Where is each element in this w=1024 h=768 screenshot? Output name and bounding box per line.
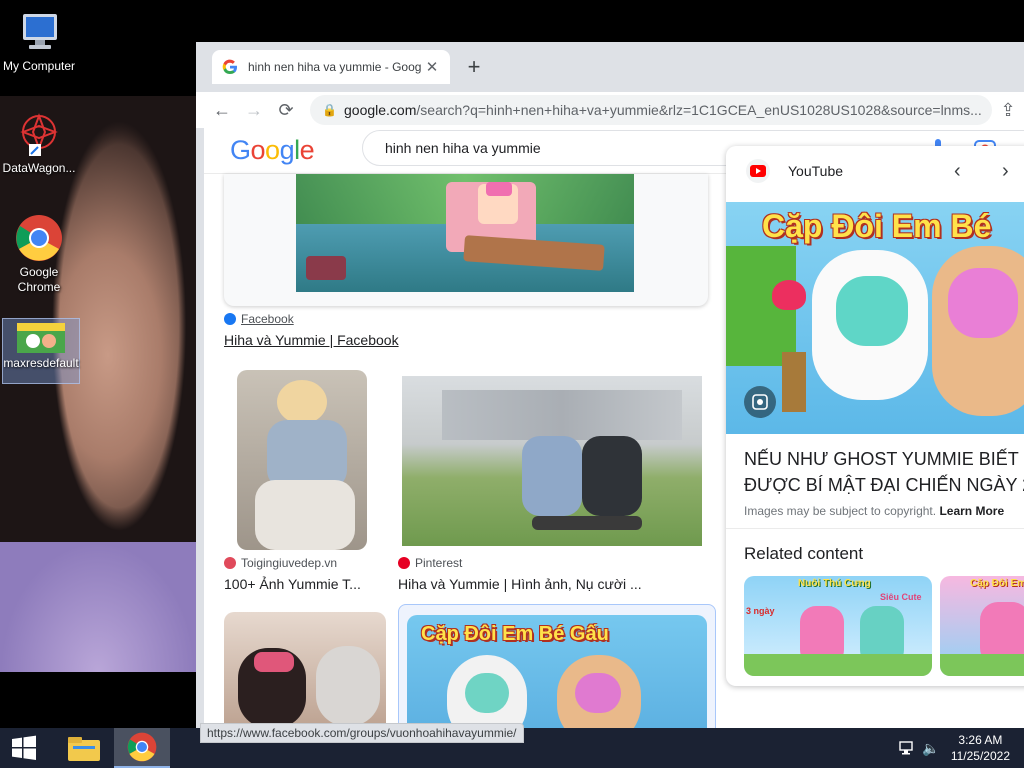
cap-doi-em-be-gau-thumbnail: Cặp Đôi Em Bé Gấu	[407, 615, 707, 728]
chrome-window: hinh nen hiha va yummie - Goog ✕ + ← → ⟳…	[196, 42, 1024, 728]
result-image-selfie[interactable]	[224, 612, 386, 728]
search-query: hinh nen hiha va yummie	[385, 140, 541, 156]
google-favicon-icon	[222, 59, 238, 75]
related-content-heading: Related content	[744, 544, 864, 563]
chrome-icon	[15, 214, 63, 262]
browser-tab[interactable]: hinh nen hiha va yummie - Goog ✕	[212, 50, 450, 84]
facebook-icon	[224, 313, 236, 325]
browser-toolbar: ← → ⟳ 🔒 google.com/search?q=hinh+nen+hih…	[196, 92, 1024, 128]
desktop-icon-datawagon[interactable]: DataWagon...	[0, 110, 78, 176]
facebook-result-image[interactable]	[296, 174, 634, 292]
web-page: Google hinh nen hiha va yummie Facebook	[204, 128, 1024, 728]
result-source[interactable]: Toigingiuvedep.vn	[224, 556, 337, 570]
result-image-pinterest[interactable]	[402, 376, 702, 546]
heart-icon	[224, 557, 236, 569]
lens-search-icon[interactable]	[744, 386, 776, 418]
result-source[interactable]: Pinterest	[398, 556, 462, 570]
image-file-icon	[17, 323, 65, 353]
datawagon-icon	[15, 110, 63, 158]
taskbar-file-explorer[interactable]	[56, 728, 112, 768]
chevron-left-icon[interactable]: ‹	[954, 160, 961, 183]
panel-source[interactable]: YouTube	[788, 163, 843, 179]
panel-header: YouTube ‹ ›	[726, 146, 1024, 196]
clock-time: 3:26 AM	[958, 733, 1003, 747]
related-thumbnail-2[interactable]: Cặp Đôi Em	[940, 576, 1024, 676]
windows-logo-icon	[12, 735, 36, 760]
pinterest-icon	[398, 557, 410, 569]
address-path: /search?q=hinh+nen+hiha+va+yummie&rlz=1C…	[416, 102, 982, 118]
address-domain: google.com	[344, 102, 417, 118]
new-tab-button[interactable]: +	[462, 54, 486, 80]
facebook-result-card[interactable]	[224, 174, 708, 306]
desktop-icon-google-chrome[interactable]: Google Chrome	[0, 214, 78, 295]
lock-icon: 🔒	[322, 103, 337, 117]
result-image-toigingiuvedep[interactable]	[237, 370, 367, 550]
panel-title[interactable]: NẾU NHƯ GHOST YUMMIE BIẾT ĐƯỢC BÍ MẬT ĐẠ…	[744, 446, 1024, 498]
desktop-icon-my-computer[interactable]: My Computer	[0, 8, 78, 74]
system-clock[interactable]: 3:26 AM 11/25/2022	[951, 732, 1010, 764]
forward-arrow-icon[interactable]: →	[238, 94, 270, 126]
result-title[interactable]: 100+ Ảnh Yummie T...	[224, 576, 384, 592]
chrome-icon	[127, 732, 157, 762]
computer-icon	[15, 8, 63, 56]
result-source[interactable]: Facebook	[224, 312, 294, 326]
result-title[interactable]: Hiha và Yummie | Hình ảnh, Nụ cười ...	[398, 576, 698, 592]
back-arrow-icon[interactable]: ←	[206, 94, 238, 126]
folder-icon	[68, 737, 100, 761]
volume-icon[interactable]: 🔈	[922, 740, 939, 757]
learn-more-link[interactable]: Learn More	[939, 504, 1004, 518]
related-thumbnail-1[interactable]: Nuôi Thú Cưng Siêu Cute 3 ngày	[744, 576, 932, 676]
tab-strip: hinh nen hiha va yummie - Goog ✕ +	[196, 42, 1024, 92]
reload-icon[interactable]: ⟳	[270, 94, 302, 126]
share-icon[interactable]: ⇪	[992, 94, 1024, 126]
address-bar[interactable]: 🔒 google.com/search?q=hinh+nen+hiha+va+y…	[310, 95, 992, 125]
desktop-icon-label: maxresdefault	[3, 356, 79, 370]
chevron-right-icon[interactable]: ›	[1002, 160, 1009, 183]
desktop-icon-maxresdefault[interactable]: maxresdefault	[2, 318, 80, 384]
tab-title: hinh nen hiha va yummie - Goog	[248, 60, 422, 74]
google-logo[interactable]: Google	[230, 135, 315, 166]
tab-close-icon[interactable]: ✕	[424, 58, 440, 76]
desktop-icon-label: DataWagon...	[2, 161, 76, 175]
image-preview-panel: YouTube ‹ › Cặp Đôi Em Bé NẾU NHƯ GHOST …	[726, 146, 1024, 686]
clock-date: 11/25/2022	[950, 749, 1010, 763]
desktop-icon-label: My Computer	[2, 59, 76, 73]
panel-main-image[interactable]: Cặp Đôi Em Bé	[726, 202, 1024, 434]
start-button[interactable]	[0, 728, 48, 768]
taskbar-chrome[interactable]	[114, 728, 170, 768]
thumbnail-banner-text: Cặp Đôi Em Bé Gấu	[421, 623, 609, 645]
network-icon[interactable]	[898, 740, 914, 761]
wallpaper-photo	[0, 96, 196, 672]
divider	[726, 528, 1024, 529]
desktop-icon-label: Google Chrome	[17, 265, 61, 294]
result-title[interactable]: Hiha và Yummie | Facebook	[224, 332, 399, 348]
status-url-bubble: https://www.facebook.com/groups/vuonhoah…	[200, 723, 524, 743]
youtube-icon	[746, 159, 770, 183]
copyright-note: Images may be subject to copyright. Lear…	[744, 504, 1005, 518]
panel-banner-text: Cặp Đôi Em Bé	[762, 208, 992, 244]
result-card-selected[interactable]: Cặp Đôi Em Bé Gấu	[398, 604, 716, 728]
